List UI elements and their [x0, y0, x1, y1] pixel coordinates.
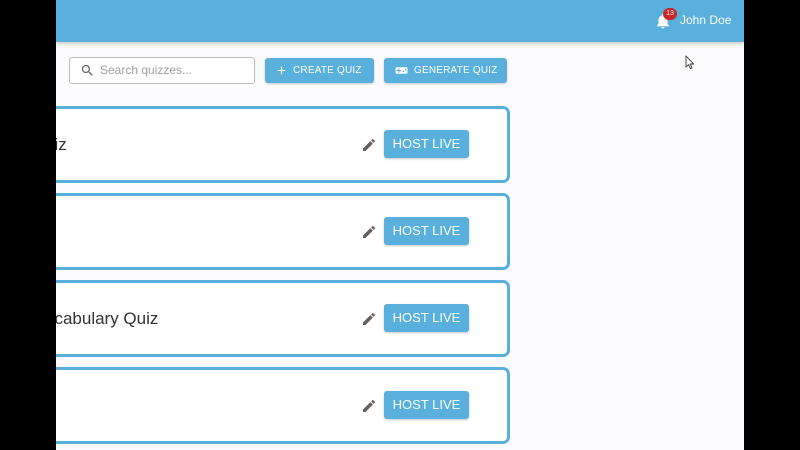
- quiz-card[interactable]: HOST LIVE: [56, 367, 510, 444]
- quiz-title: [56, 370, 365, 441]
- quiz-card[interactable]: HOST LIVE: [56, 193, 510, 270]
- quiz-card[interactable]: uiz HOST LIVE: [56, 106, 510, 183]
- pencil-icon[interactable]: [361, 137, 377, 153]
- gamepad-icon: [395, 67, 408, 74]
- generate-quiz-button[interactable]: GENERATE QUIZ: [384, 58, 507, 83]
- notification-badge: 13: [663, 8, 677, 20]
- quiz-title: [56, 196, 365, 267]
- user-name[interactable]: John Doe: [680, 12, 731, 28]
- host-live-button[interactable]: HOST LIVE: [384, 217, 469, 245]
- pencil-icon[interactable]: [361, 224, 377, 240]
- quiz-card[interactable]: ocabulary Quiz HOST LIVE: [56, 280, 510, 357]
- host-live-button[interactable]: HOST LIVE: [384, 130, 469, 158]
- search-box[interactable]: [69, 57, 255, 84]
- host-live-button[interactable]: HOST LIVE: [384, 304, 469, 332]
- mouse-pointer-icon: [685, 55, 695, 70]
- generate-quiz-label: GENERATE QUIZ: [414, 65, 498, 76]
- quiz-title: uiz: [56, 135, 67, 154]
- create-quiz-label: CREATE QUIZ: [293, 65, 362, 76]
- plus-icon: [277, 66, 286, 75]
- pencil-icon[interactable]: [361, 398, 377, 414]
- quiz-title: ocabulary Quiz: [56, 309, 159, 328]
- pencil-icon[interactable]: [361, 311, 377, 327]
- search-icon: [81, 64, 93, 76]
- app-window: 13 John Doe CREATE QUIZ GENERATE QUIZ ui…: [56, 0, 744, 450]
- create-quiz-button[interactable]: CREATE QUIZ: [265, 58, 374, 83]
- top-app-bar: 13 John Doe: [56, 0, 744, 42]
- search-input[interactable]: [100, 60, 248, 80]
- host-live-button[interactable]: HOST LIVE: [384, 391, 469, 419]
